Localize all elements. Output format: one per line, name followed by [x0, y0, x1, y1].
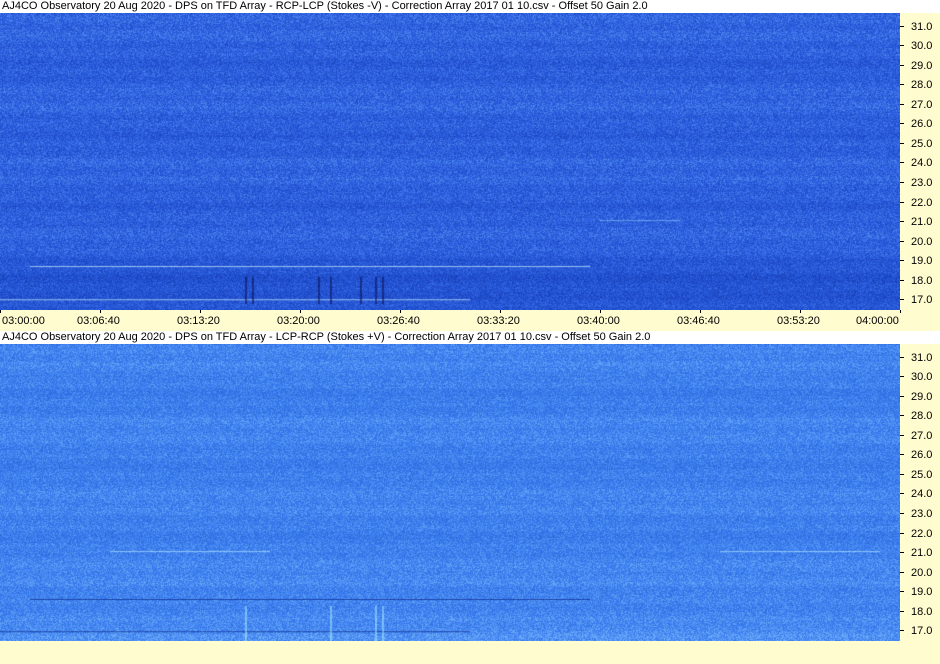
panel2-spectrogram [0, 344, 900, 641]
panel1-title: AJ4CO Observatory 20 Aug 2020 - DPS on T… [0, 0, 940, 13]
y-tick-mark [900, 571, 904, 573]
x-tick-label: 04:00:00 [856, 315, 899, 327]
y-tick-mark [900, 376, 904, 378]
y-tick-label: 19.0 [911, 255, 933, 268]
y-tick-label: 30.0 [911, 40, 933, 53]
y-tick-label: 20.0 [911, 235, 933, 248]
x-tick-mark [400, 310, 401, 313]
y-tick-mark [900, 123, 904, 125]
y-tick-label: 24.0 [911, 488, 933, 501]
y-tick-label: 27.0 [911, 429, 933, 442]
x-tick-label: 03:00:00 [2, 315, 45, 327]
y-tick-label: 31.0 [911, 351, 933, 364]
y-tick-label: 28.0 [911, 79, 933, 92]
y-tick-mark [900, 552, 904, 554]
x-tick-label: 03:06:40 [77, 315, 120, 327]
y-tick-label: 26.0 [911, 449, 933, 462]
x-tick-label: 03:20:00 [277, 315, 320, 327]
y-tick-label: 22.0 [911, 196, 933, 209]
y-tick-mark [900, 630, 904, 632]
y-tick-mark [900, 45, 904, 47]
y-tick-label: 31.0 [911, 20, 933, 33]
x-tick-mark [600, 310, 601, 313]
y-tick-mark [900, 181, 904, 183]
y-tick-mark [900, 279, 904, 281]
y-tick-label: 24.0 [911, 157, 933, 170]
y-tick-mark [900, 221, 904, 223]
x-tick-mark [800, 310, 801, 313]
y-tick-label: 30.0 [911, 371, 933, 384]
y-tick-mark [900, 162, 904, 164]
x-tick-label: 03:33:20 [477, 315, 520, 327]
panel2-y-axis: 31.0 30.0 29.0 28.0 27.0 26.0 25.0 24.0 23.0 22.0… [900, 344, 940, 641]
x-tick-mark [700, 310, 701, 313]
y-tick-label: 26.0 [911, 118, 933, 131]
y-tick-label: 28.0 [911, 410, 933, 423]
y-tick-label: 29.0 [911, 59, 933, 72]
x-tick-mark [0, 310, 1, 313]
panel1-x-axis: 03:00:00 03:06:40 03:13:20 03:20:00 03:26:40… [0, 310, 940, 330]
y-tick-label: 19.0 [911, 586, 933, 599]
panel2-title: AJ4CO Observatory 20 Aug 2020 - DPS on T… [0, 331, 940, 344]
y-tick-mark [900, 415, 904, 417]
x-tick-mark [300, 310, 301, 313]
x-tick-mark [100, 310, 101, 313]
y-tick-label: 22.0 [911, 527, 933, 540]
y-tick-label: 21.0 [911, 547, 933, 560]
y-tick-mark [900, 64, 904, 66]
x-tick-label: 03:13:20 [177, 315, 220, 327]
y-tick-mark [900, 25, 904, 27]
x-tick-mark [900, 310, 901, 313]
y-tick-label: 23.0 [911, 507, 933, 520]
x-tick-label: 03:46:40 [677, 315, 720, 327]
y-tick-mark [900, 142, 904, 144]
x-tick-mark [200, 310, 201, 313]
panel1-spectrogram [0, 13, 900, 310]
x-tick-mark [500, 310, 501, 313]
y-tick-mark [900, 356, 904, 358]
y-tick-mark [900, 201, 904, 203]
y-tick-label: 23.0 [911, 176, 933, 189]
y-tick-mark [900, 610, 904, 612]
y-tick-mark [900, 512, 904, 514]
y-tick-label: 29.0 [911, 390, 933, 403]
y-tick-mark [900, 395, 904, 397]
y-tick-mark [900, 591, 904, 593]
y-tick-mark [900, 240, 904, 242]
x-tick-label: 03:40:00 [577, 315, 620, 327]
x-tick-label: 03:53:20 [777, 315, 820, 327]
y-tick-mark [900, 84, 904, 86]
x-tick-label: 03:26:40 [377, 315, 420, 327]
y-tick-mark [900, 454, 904, 456]
y-tick-mark [900, 260, 904, 262]
y-tick-mark [900, 434, 904, 436]
y-tick-label: 20.0 [911, 566, 933, 579]
panel1-y-axis: 31.0 30.0 29.0 28.0 27.0 26.0 25.0 24.0 23.0 22.0… [900, 13, 940, 310]
y-tick-mark [900, 493, 904, 495]
y-tick-mark [900, 473, 904, 475]
y-tick-label: 18.0 [911, 605, 933, 618]
y-tick-label: 25.0 [911, 137, 933, 150]
y-tick-mark [900, 532, 904, 534]
y-tick-mark [900, 103, 904, 105]
y-tick-label: 27.0 [911, 98, 933, 111]
y-tick-mark [900, 299, 904, 301]
y-tick-label: 17.0 [911, 294, 933, 307]
y-tick-label: 21.0 [911, 216, 933, 229]
y-tick-label: 25.0 [911, 468, 933, 481]
y-tick-label: 18.0 [911, 274, 933, 287]
y-tick-label: 17.0 [911, 625, 933, 638]
